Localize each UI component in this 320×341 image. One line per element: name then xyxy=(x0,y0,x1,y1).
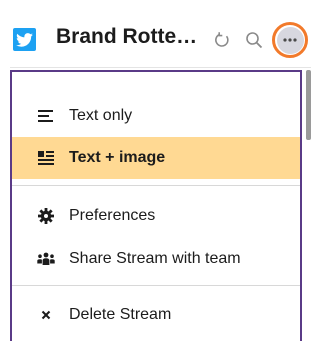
menu-item-label: Preferences xyxy=(69,207,156,224)
scrollbar-thumb[interactable] xyxy=(306,70,311,140)
menu-divider xyxy=(12,185,300,186)
team-icon xyxy=(37,250,55,268)
more-icon xyxy=(276,26,304,54)
close-icon xyxy=(37,306,55,324)
header-divider xyxy=(10,67,311,68)
menu-item-share-stream[interactable]: Share Stream with team xyxy=(12,238,300,280)
refresh-icon[interactable] xyxy=(213,31,231,49)
stream-header: Brand Rotte… xyxy=(0,0,311,70)
menu-item-label: Text + image xyxy=(69,149,166,166)
menu-item-label: Delete Stream xyxy=(69,306,172,323)
text-image-icon xyxy=(37,149,55,167)
search-icon[interactable] xyxy=(245,31,263,49)
more-options-button[interactable] xyxy=(272,22,308,58)
gear-icon xyxy=(37,207,55,225)
menu-divider xyxy=(12,285,300,286)
menu-item-label: Text only xyxy=(69,107,133,124)
menu-item-label: Share Stream with team xyxy=(69,250,241,267)
menu-item-text-only[interactable]: Text only xyxy=(12,95,300,137)
stream-title[interactable]: Brand Rotte… xyxy=(56,25,197,49)
text-lines-icon xyxy=(37,107,55,125)
stream-options-menu: Text only Text + image Preferences Share… xyxy=(10,70,302,341)
twitter-icon xyxy=(13,28,36,51)
menu-item-preferences[interactable]: Preferences xyxy=(12,195,300,237)
menu-item-delete-stream[interactable]: Delete Stream xyxy=(12,294,300,336)
menu-item-text-image[interactable]: Text + image xyxy=(12,137,300,179)
